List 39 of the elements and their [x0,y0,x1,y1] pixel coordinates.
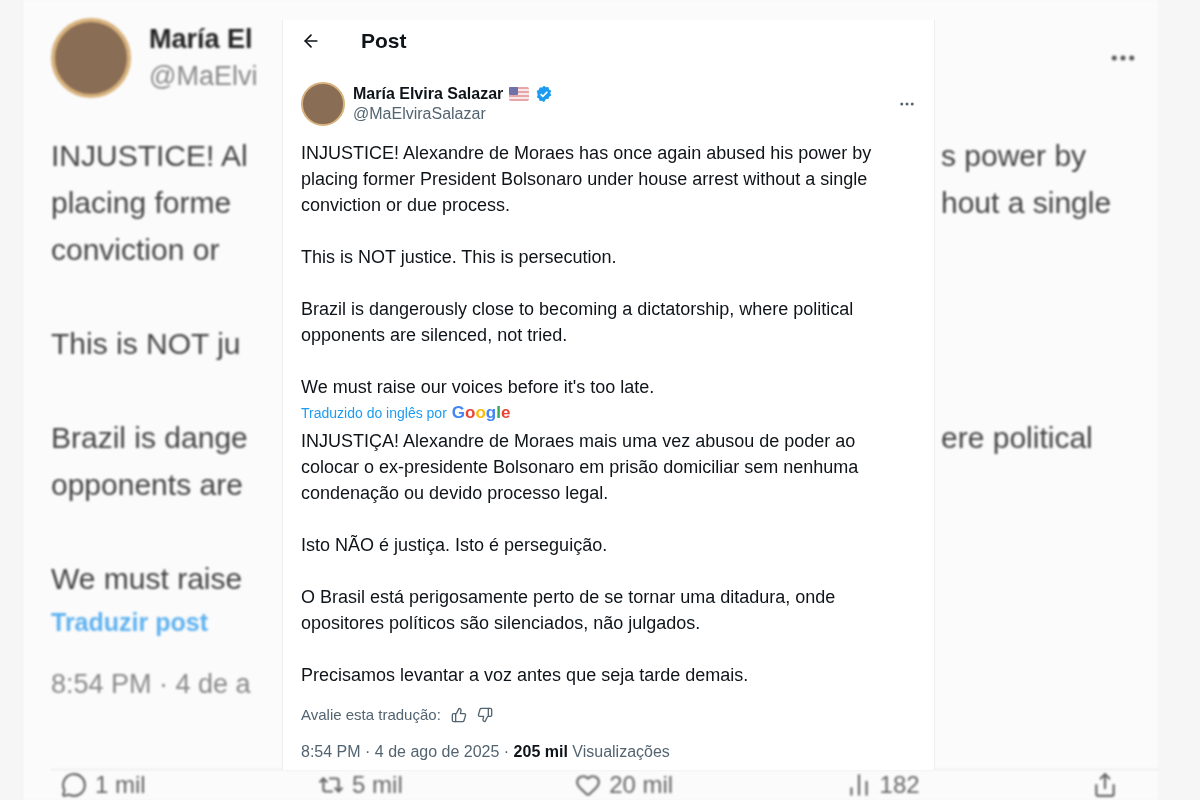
author-handle[interactable]: @MaElviraSalazar [353,105,890,123]
timestamp: 8:54 PM · 4 de a [51,669,251,700]
header-title: Post [361,29,407,53]
action-count: 5 mil [352,771,403,799]
flag-icon [509,87,530,101]
thumbs-down-icon[interactable] [476,706,493,723]
author-name: María El [149,24,253,55]
post-text: s power by [941,138,1087,173]
post-text: opponents are [51,467,243,502]
post-text: INJUSTICE! Alexandre de Moraes has once again abused his power by placing former President Bolsonaro under house arrest without a single conviction or due process. [301,142,873,217]
action-count: 1 mil [95,771,146,799]
translated-text: INJUSTIÇA! Alexandre de Moraes mais uma vez abusou de poder ao colocar o ex-presidente Bolsonaro em prisão domiciliar sem nenhuma condenação ou devido processo legal. [301,430,860,505]
rate-label: Avalie esta tradução: [301,706,441,723]
translated-text: O Brasil está perigosamente perto de se tornar uma ditadura, onde opositores políticos são silenciados, não julgados. [301,586,837,635]
translation-credit: Traduzido do inglês por [301,405,447,421]
post-text: This is NOT justice. This is persecution. [301,246,618,269]
author-handle: @MaElvi [149,61,258,92]
post-text: We must raise [51,561,243,596]
post-text: Brazil is dangerously close to becoming a dictatorship, where political opponents are silenced, not tried. [301,298,855,347]
post-text: Brazil is dange [51,420,248,455]
action-count: 20 mil [609,771,674,799]
post-text: INJUSTICE! Al [51,138,248,173]
like-icon[interactable] [575,772,602,798]
reply-icon[interactable] [61,772,87,798]
post-text: ere political [941,420,1093,455]
action-count: 182 [879,771,920,799]
author-name[interactable]: María Elvira Salazar [353,85,504,103]
translated-text: Isto NÃO é justiça. Isto é perseguição. [301,534,609,557]
google-logo: Google [451,403,511,423]
translated-text: Precisamos levantar a voz antes que seja tarde demais. [301,664,750,687]
avatar[interactable] [301,82,345,126]
post-text: conviction or [51,232,220,267]
post-text: placing forme [51,185,232,220]
post-meta: 8:54 PM · 4 de ago de 2025 · 205 mil Visualizações [301,743,671,761]
thumbs-up-icon[interactable] [450,706,467,723]
share-icon[interactable] [1092,772,1118,798]
post-text: This is NOT ju [51,326,241,361]
post-text: hout a single [941,185,1112,220]
post-text: We must raise our voices before it's too late. [301,376,656,399]
